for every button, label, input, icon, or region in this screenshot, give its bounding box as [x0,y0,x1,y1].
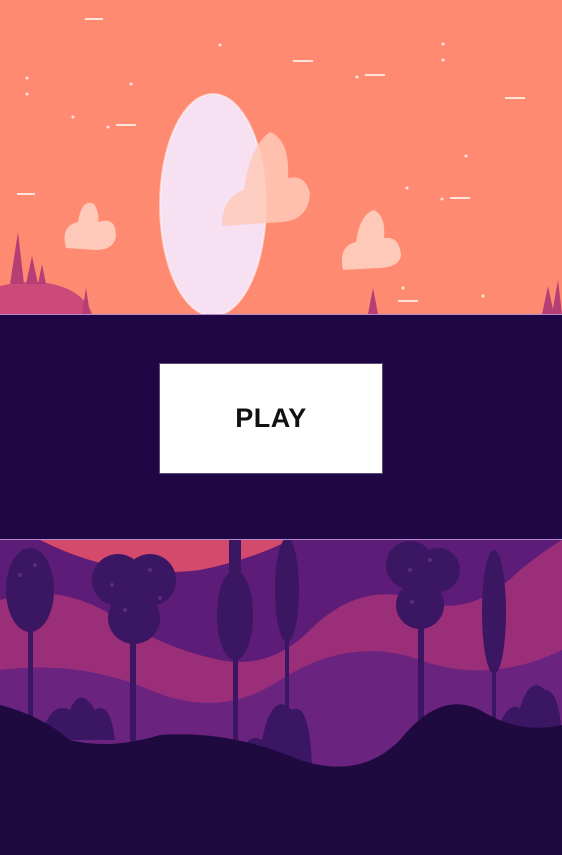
sky-illustration [0,18,562,314]
menu-panel: PLAY [0,314,562,540]
play-button[interactable]: PLAY [159,363,383,474]
game-start-screen: PLAY [0,0,562,855]
forest-scene [0,540,562,855]
forest-illustration [0,540,562,855]
sky-scene [0,0,562,314]
